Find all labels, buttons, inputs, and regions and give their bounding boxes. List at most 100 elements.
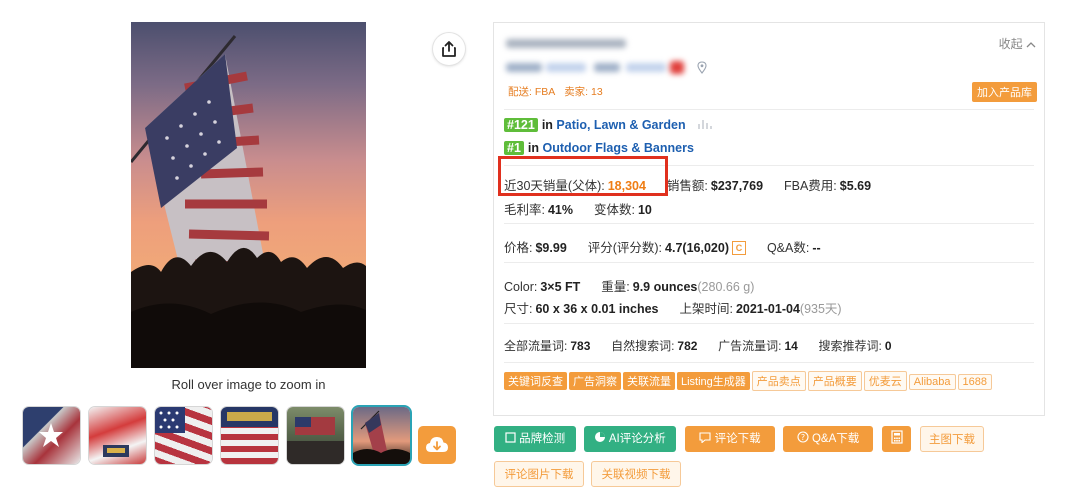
rank-badge: #121 (504, 118, 538, 132)
ad-traffic-value[interactable]: 14 (784, 339, 797, 353)
tool-tag-alibaba[interactable]: Alibaba (908, 374, 956, 390)
traffic-row: 全部流量词: 783 自然搜索词: 782 广告流量词: 14 搜索推荐词: 0 (504, 337, 892, 354)
size-label: 尺寸: (504, 302, 533, 316)
tool-tag-ad-insight[interactable]: 广告洞察 (569, 372, 621, 390)
thumbnail-2[interactable] (89, 407, 146, 464)
divider (504, 165, 1034, 166)
c-badge-icon[interactable]: C (731, 241, 746, 255)
margin-row: 毛利率: 41% 变体数: 10 (504, 199, 652, 218)
download-images-button[interactable] (418, 426, 456, 464)
margin-label: 毛利率: (504, 203, 545, 217)
listed-date-value: 2021-01-04 (735, 302, 800, 316)
square-icon (505, 432, 516, 443)
cloud-download-icon (426, 437, 448, 452)
color-weight-row: Color: 3×5 FT 重量: 9.9 ounces(280.66 g) (504, 276, 754, 295)
brand-check-label: 品牌检测 (519, 433, 566, 445)
ai-review-button[interactable]: AI评论分析 (584, 426, 676, 452)
rank-badge: #1 (504, 141, 524, 155)
tool-tag-1688[interactable]: 1688 (957, 374, 992, 390)
revenue-value: $237,769 (710, 179, 764, 193)
question-icon: ? (797, 431, 809, 443)
variants-label: 变体数: (593, 203, 635, 217)
zoom-hint: Roll over image to zoom in (171, 377, 326, 392)
weight-grams: (280.66 g) (697, 280, 755, 294)
weight-value: 9.9 ounces (632, 280, 698, 294)
tool-tag-related-traffic[interactable]: 关联流量 (623, 372, 675, 390)
pie-chart-icon (595, 432, 606, 442)
review-download-button[interactable]: 评论下载 (685, 426, 775, 452)
monthly-sales-value: 18,304 (607, 179, 646, 193)
fba-fee-value: $5.69 (839, 179, 872, 193)
shipping-tags: 配送: FBA 卖家: 13 (508, 84, 609, 99)
tool-tag-keyword-reverse[interactable]: 关键词反查 (504, 372, 567, 390)
rank-category-link[interactable]: Patio, Lawn & Garden (556, 118, 685, 132)
color-label: Color: (504, 280, 538, 294)
weight-label: 重量: (601, 280, 630, 294)
rank-in: in (527, 141, 540, 155)
tool-tags: 关键词反查 广告洞察 关联流量 Listing生成器 产品卖点 产品概要 优麦云 Alibab… (504, 371, 1024, 395)
divider (504, 262, 1034, 263)
rank-row-1: #121 in Patio, Lawn & Garden (504, 118, 713, 132)
location-pin-icon (697, 61, 707, 74)
main-product-image[interactable] (131, 22, 366, 368)
crowd-icon (287, 417, 344, 464)
qa-download-button[interactable]: ? Q&A下载 (783, 426, 873, 452)
flag-sunset-illustration (131, 35, 366, 368)
thumbnail-4[interactable] (221, 407, 278, 464)
brand-check-button[interactable]: 品牌检测 (494, 426, 576, 452)
share-button[interactable] (433, 33, 465, 65)
svg-text:?: ? (801, 433, 805, 442)
price-value: $9.99 (535, 241, 567, 255)
monthly-sales-label: 近30天销量(父体): (504, 179, 605, 193)
fba-fee-label: FBA费用: (784, 179, 837, 193)
trend-chart-icon[interactable] (697, 118, 713, 130)
search-recommend-value[interactable]: 0 (885, 339, 892, 353)
calculator-button[interactable] (882, 426, 911, 452)
shipping-tag: 配送: FBA (508, 86, 556, 98)
ai-review-label: AI评论分析 (608, 433, 666, 445)
organic-search-label: 自然搜索词: (611, 339, 675, 353)
related-video-download-button[interactable]: 关联视频下载 (591, 461, 681, 487)
qa-count-label: Q&A数: (766, 241, 810, 255)
thumbnail-1[interactable] (23, 407, 80, 464)
ad-traffic-label: 广告流量词: (718, 339, 782, 353)
comment-icon (699, 432, 711, 444)
color-value: 3×5 FT (540, 280, 581, 294)
flag-sunset-icon (353, 410, 410, 464)
all-traffic-value[interactable]: 783 (570, 339, 590, 353)
divider (504, 109, 1034, 110)
product-info-panel: 收起 配送: FBA 卖家: 13 加入产品库 #121 in Patio, La… (493, 22, 1045, 416)
tool-tag-product-summary[interactable]: 产品概要 (807, 371, 862, 391)
main-image-download-button[interactable]: 主图下载 (920, 426, 984, 452)
add-to-library-button[interactable]: 加入产品库 (972, 82, 1037, 102)
thumbnail-6[interactable] (353, 407, 410, 464)
rating-label: 评分(评分数): (587, 241, 663, 255)
listed-date-label: 上架时间: (679, 302, 733, 316)
label-icon (221, 407, 278, 427)
rank-category-link[interactable]: Outdoor Flags & Banners (543, 141, 694, 155)
search-recommend-label: 搜索推荐词: (818, 339, 882, 353)
organic-search-value[interactable]: 782 (677, 339, 697, 353)
collapse-toggle[interactable]: 收起 (999, 35, 1036, 52)
listed-days: (935天) (799, 302, 842, 316)
canton-icon (155, 407, 185, 433)
qa-count-value: -- (812, 241, 821, 255)
thumbnail-3[interactable] (155, 407, 212, 464)
calculator-icon (890, 430, 903, 444)
variants-value: 10 (637, 203, 652, 217)
rank-in: in (541, 118, 553, 132)
rank-row-2: #1 in Outdoor Flags & Banners (504, 141, 694, 155)
size-value: 60 x 36 x 0.01 inches (535, 302, 659, 316)
price-row: 价格: $9.99 评分(评分数): 4.7(16,020) C Q&A数: -- (504, 237, 821, 256)
margin-value: 41% (547, 203, 574, 217)
tool-tag-youmaiyun[interactable]: 优麦云 (863, 371, 907, 391)
collapse-label: 收起 (998, 37, 1023, 51)
divider (504, 362, 1034, 363)
tool-tag-listing-generator[interactable]: Listing生成器 (677, 372, 750, 390)
all-traffic-label: 全部流量词: (504, 339, 568, 353)
tool-tag-selling-points[interactable]: 产品卖点 (751, 371, 806, 391)
thumbnail-5[interactable] (287, 407, 344, 464)
review-image-download-button[interactable]: 评论图片下载 (494, 461, 584, 487)
star-icon (39, 423, 63, 447)
divider (504, 223, 1034, 224)
